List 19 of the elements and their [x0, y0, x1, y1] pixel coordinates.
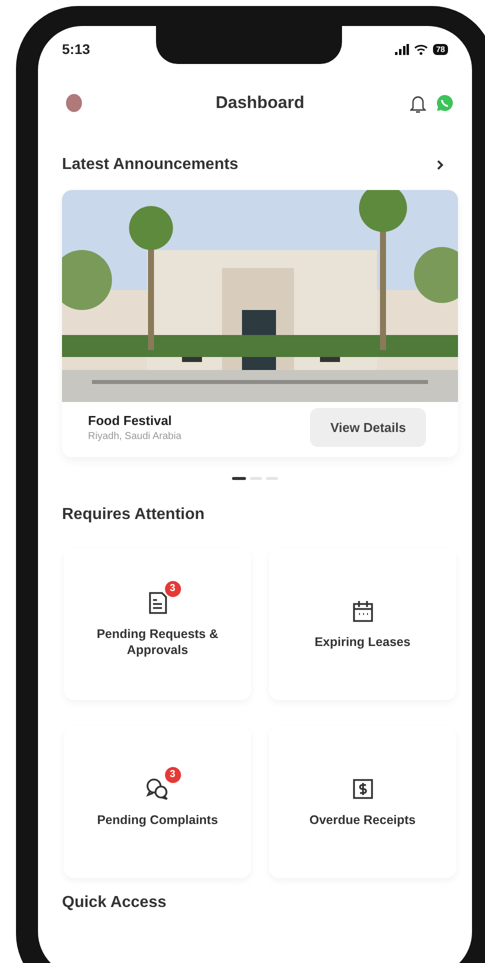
count-badge: 3: [164, 766, 180, 783]
view-details-button[interactable]: View Details: [310, 408, 426, 447]
announcement-location: Riyadh, Saudi Arabia: [88, 431, 182, 442]
card-label: Expiring Leases: [314, 634, 412, 650]
section-title: Quick Access: [61, 894, 168, 912]
battery-level: 78: [433, 44, 448, 54]
attention-card[interactable]: Expiring Leases: [269, 548, 456, 700]
status-time: 5:13: [62, 41, 90, 57]
count-badge: 3: [164, 580, 180, 597]
card-label: Overdue Receipts: [308, 812, 417, 828]
attention-card[interactable]: 3 Pending Requests & Approvals: [64, 548, 251, 700]
page-title: Dashboard: [216, 93, 304, 113]
announcement-title: Food Festival: [88, 413, 173, 428]
attention-card[interactable]: Overdue Receipts: [269, 726, 456, 878]
card-label: Pending Complaints: [96, 812, 219, 828]
card-label: Pending Requests & Approvals: [96, 626, 220, 658]
attention-card[interactable]: 3 Pending Complaints: [64, 726, 251, 878]
section-title: Latest Announcements: [62, 156, 238, 174]
section-title: Requires Attention: [62, 506, 205, 524]
